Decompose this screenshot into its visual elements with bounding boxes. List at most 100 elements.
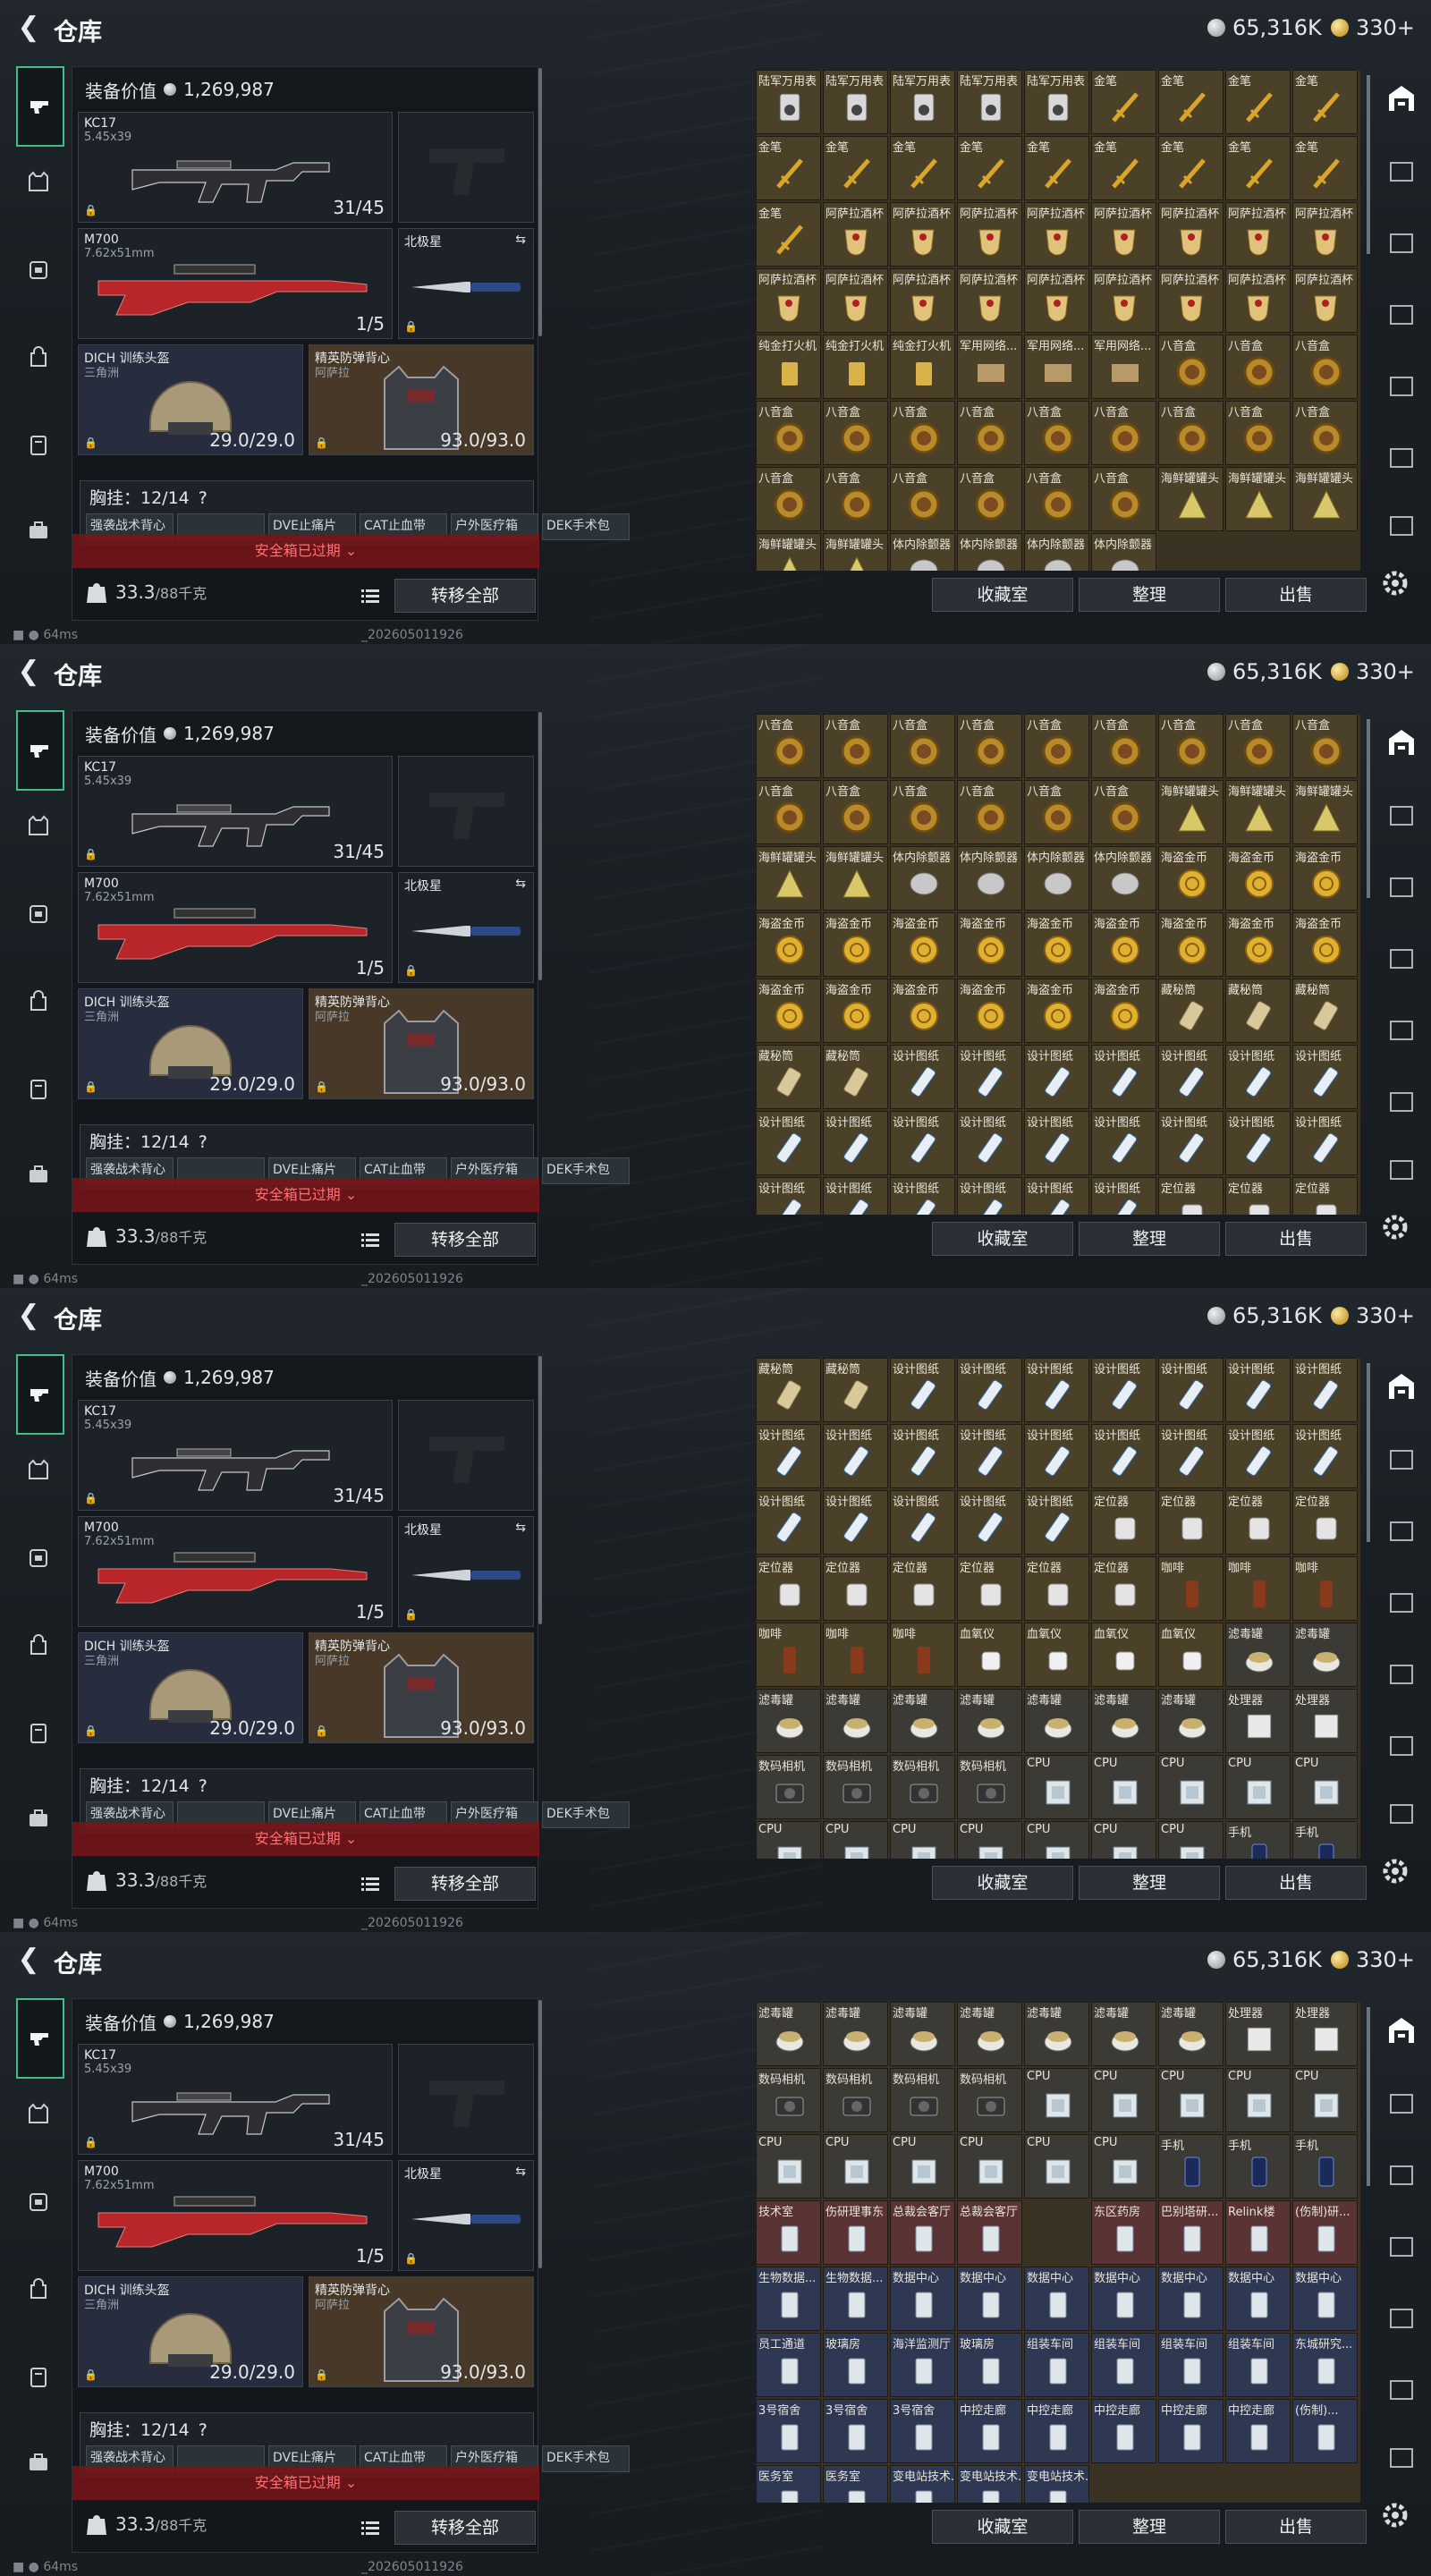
collection-room-button[interactable]: 收藏室 bbox=[932, 2510, 1073, 2544]
help-icon[interactable]: ? bbox=[199, 2420, 207, 2440]
inventory-item[interactable]: 阿萨拉酒杯 bbox=[1024, 268, 1089, 333]
inventory-item[interactable]: 滤毒罐 bbox=[1091, 2002, 1156, 2066]
storage-tab-2[interactable] bbox=[1381, 2157, 1422, 2211]
sell-button[interactable]: 出售 bbox=[1225, 2510, 1367, 2544]
case-tab[interactable] bbox=[18, 1712, 59, 1753]
inventory-item[interactable]: 金笔 bbox=[1292, 136, 1358, 200]
secondary-weapon-slot[interactable]: M700 7.62x51mm 1/5 bbox=[78, 2160, 393, 2271]
inventory-item[interactable]: 数据中心 bbox=[1292, 2267, 1358, 2331]
inventory-item[interactable]: 数据中心 bbox=[1225, 2267, 1291, 2331]
gold-currency[interactable]: 330+ bbox=[1331, 1947, 1415, 1972]
inventory-item[interactable]: CPU bbox=[890, 1821, 955, 1859]
inventory-item[interactable]: 陆军万用表 bbox=[890, 70, 955, 134]
inventory-item[interactable]: 八音盒 bbox=[1091, 401, 1156, 465]
chest-rig-tab[interactable] bbox=[18, 893, 59, 934]
storage-tab-6[interactable] bbox=[1381, 2440, 1422, 2494]
gold-currency[interactable]: 330+ bbox=[1331, 1303, 1415, 1328]
inventory-item[interactable]: 八音盒 bbox=[890, 401, 955, 465]
inventory-item[interactable]: 纯金打火机 bbox=[823, 335, 888, 399]
inventory-item[interactable]: CPU bbox=[756, 2134, 821, 2199]
inventory-item[interactable]: 海盗金币 bbox=[890, 912, 955, 977]
gold-currency[interactable]: 330+ bbox=[1331, 659, 1415, 684]
inventory-item[interactable]: 变电站技术... bbox=[1024, 2465, 1089, 2503]
primary-weapon-slot[interactable]: KC17 5.45x39 🔒 31/45 bbox=[78, 1400, 393, 1511]
inventory-item[interactable]: CPU bbox=[1225, 1755, 1291, 1819]
sort-button[interactable]: 整理 bbox=[1079, 578, 1220, 612]
inventory-item[interactable]: 设计图纸 bbox=[890, 1490, 955, 1555]
inventory-item[interactable]: CPU bbox=[1158, 1755, 1224, 1819]
inventory-item[interactable]: 陆军万用表 bbox=[957, 70, 1022, 134]
inventory-item[interactable]: 生物数据... bbox=[823, 2267, 888, 2331]
storage-tab-1[interactable] bbox=[1381, 154, 1422, 208]
inventory-item[interactable]: 阿萨拉酒杯 bbox=[1158, 268, 1224, 333]
inventory-item[interactable]: 定位器 bbox=[1225, 1490, 1291, 1555]
storage-tab-4[interactable] bbox=[1381, 1657, 1422, 1710]
inventory-item[interactable]: 陆军万用表 bbox=[756, 70, 821, 134]
loadout-scrollbar[interactable] bbox=[538, 712, 542, 980]
inventory-item[interactable]: 海盗金币 bbox=[1091, 979, 1156, 1043]
inventory-item[interactable]: 员工通道 bbox=[756, 2333, 821, 2397]
inventory-item[interactable]: 伤研理事东 bbox=[823, 2200, 888, 2265]
inventory-item[interactable]: 藏秘筒 bbox=[756, 1358, 821, 1422]
inventory-item[interactable]: 中控走廊 bbox=[1225, 2399, 1291, 2463]
inventory-item[interactable]: 设计图纸 bbox=[1091, 1358, 1156, 1422]
inventory-item[interactable]: (伤制)... bbox=[1292, 2399, 1358, 2463]
inventory-item[interactable]: 定位器 bbox=[1158, 1177, 1224, 1215]
inventory-item[interactable]: 八音盒 bbox=[1024, 714, 1089, 778]
inventory-item[interactable]: 设计图纸 bbox=[1292, 1045, 1358, 1109]
chest-rig-tab[interactable] bbox=[18, 1537, 59, 1578]
inventory-item[interactable]: 海盗金币 bbox=[890, 979, 955, 1043]
inventory-item[interactable]: 八音盒 bbox=[756, 780, 821, 844]
inventory-item[interactable]: 阿萨拉酒杯 bbox=[756, 268, 821, 333]
inventory-item[interactable]: 八音盒 bbox=[1292, 335, 1358, 399]
inventory-item[interactable]: 设计图纸 bbox=[1292, 1424, 1358, 1488]
inventory-item[interactable]: 阿萨拉酒杯 bbox=[1225, 268, 1291, 333]
inventory-item[interactable]: 阿萨拉酒杯 bbox=[1292, 202, 1358, 267]
storage-tab-6[interactable] bbox=[1381, 508, 1422, 562]
inventory-item[interactable]: 体内除颤器 bbox=[1091, 533, 1156, 571]
inventory-item[interactable]: 设计图纸 bbox=[1158, 1111, 1224, 1175]
inventory-item[interactable]: 定位器 bbox=[1158, 1490, 1224, 1555]
inventory-item[interactable]: 手机 bbox=[1292, 1821, 1358, 1859]
help-icon[interactable]: ? bbox=[199, 488, 207, 508]
inventory-item[interactable]: 设计图纸 bbox=[756, 1424, 821, 1488]
inventory-item[interactable]: 定位器 bbox=[1292, 1177, 1358, 1215]
loadout-scrollbar[interactable] bbox=[538, 68, 542, 336]
case-tab[interactable] bbox=[18, 2356, 59, 2397]
inventory-item[interactable]: CPU bbox=[1091, 1755, 1156, 1819]
inventory-item[interactable]: 金笔 bbox=[890, 136, 955, 200]
briefcase-tab[interactable] bbox=[18, 2442, 59, 2483]
inventory-item[interactable]: 咖啡 bbox=[1158, 1556, 1224, 1621]
inventory-item[interactable]: 阿萨拉酒杯 bbox=[957, 202, 1022, 267]
inventory-item[interactable]: 金笔 bbox=[756, 202, 821, 267]
helmet-slot[interactable]: DICH 训练头盔 三角洲 🔒 29.0/29.0 bbox=[78, 344, 303, 455]
inventory-item[interactable]: 海盗金币 bbox=[957, 979, 1022, 1043]
melee-slot[interactable]: 北极星 ⇆ 🔒 bbox=[398, 1516, 534, 1627]
helmet-slot[interactable]: DICH 训练头盔 三角洲 🔒 29.0/29.0 bbox=[78, 1632, 303, 1743]
briefcase-tab[interactable] bbox=[18, 1798, 59, 1839]
inventory-item[interactable]: 海鲜罐罐头 bbox=[1225, 780, 1291, 844]
inventory-item[interactable]: 咖啡 bbox=[1292, 1556, 1358, 1621]
inventory-item[interactable]: 变电站技术... bbox=[957, 2465, 1022, 2503]
inventory-item[interactable]: 海盗金币 bbox=[1292, 846, 1358, 911]
inventory-item[interactable]: 海盗金币 bbox=[756, 912, 821, 977]
inventory-item[interactable]: 滤毒罐 bbox=[1292, 1623, 1358, 1687]
inventory-item[interactable]: 设计图纸 bbox=[1292, 1358, 1358, 1422]
chest-rig-tab[interactable] bbox=[18, 2181, 59, 2222]
inventory-item[interactable]: 设计图纸 bbox=[1091, 1177, 1156, 1215]
inventory-item[interactable]: 八音盒 bbox=[1091, 467, 1156, 531]
inventory-item[interactable]: 设计图纸 bbox=[1091, 1424, 1156, 1488]
inventory-item[interactable]: 滤毒罐 bbox=[1158, 2002, 1224, 2066]
inventory-item[interactable]: 设计图纸 bbox=[957, 1424, 1022, 1488]
swap-icon[interactable]: ⇆ bbox=[515, 1521, 526, 1535]
swap-icon[interactable]: ⇆ bbox=[515, 877, 526, 891]
inventory-item[interactable]: 滤毒罐 bbox=[756, 1689, 821, 1753]
inventory-item[interactable]: (伤制)研... bbox=[1292, 2200, 1358, 2265]
inventory-item[interactable]: 八音盒 bbox=[823, 780, 888, 844]
inventory-item[interactable]: 滤毒罐 bbox=[1024, 1689, 1089, 1753]
storage-tab-3[interactable] bbox=[1381, 2229, 1422, 2283]
inventory-item[interactable]: 设计图纸 bbox=[957, 1111, 1022, 1175]
inventory-item[interactable]: 八音盒 bbox=[1158, 401, 1224, 465]
list-icon[interactable] bbox=[357, 582, 384, 609]
list-icon[interactable] bbox=[357, 1226, 384, 1253]
